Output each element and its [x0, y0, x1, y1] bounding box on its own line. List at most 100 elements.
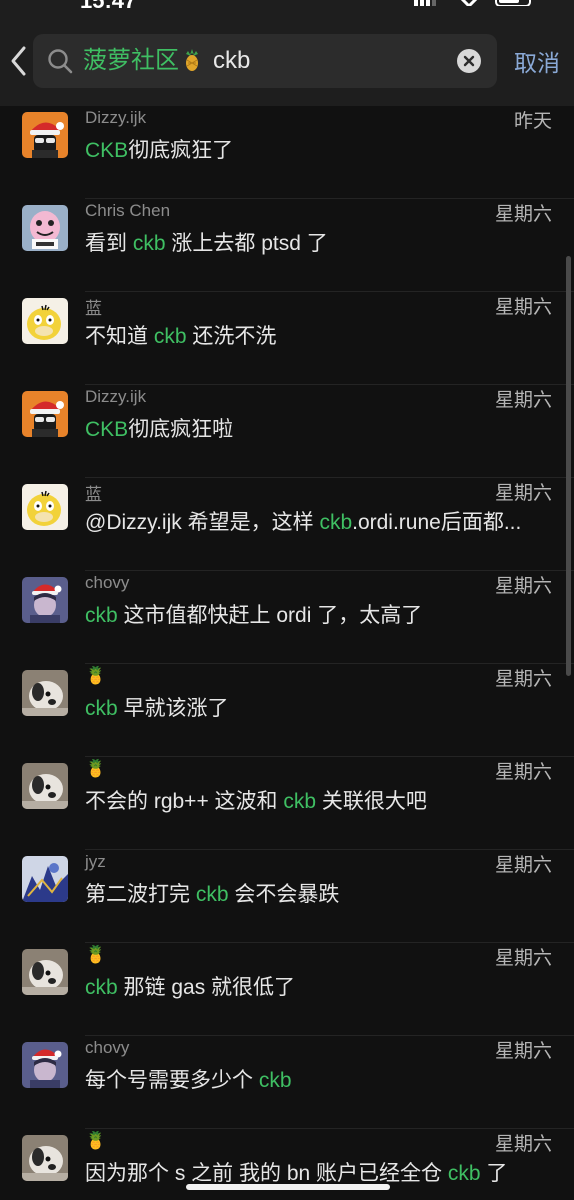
- dog-photo-avatar: [22, 1135, 68, 1181]
- clear-button[interactable]: [457, 49, 481, 73]
- message-preview: 第二波打完 ckb 会不会暴跌: [85, 878, 550, 908]
- search-tag-label: 菠萝社区: [83, 47, 179, 74]
- message-text: 会不会暴跌: [228, 883, 340, 906]
- search-results-list[interactable]: Dizzy.ijk 昨天 CKB彻底疯狂了 Chris Chen 星期六 看到 ckb 涨…: [0, 106, 574, 1200]
- result-item[interactable]: 🍍 星期六 ckb 早就该涨了: [0, 664, 574, 757]
- message-time: 星期六: [494, 669, 552, 690]
- search-query: ckb: [213, 47, 251, 74]
- result-item[interactable]: Dizzy.ijk 昨天 CKB彻底疯狂了: [0, 106, 574, 199]
- keyword-highlight: ckb: [447, 1162, 481, 1185]
- message-text: 还洗不洗: [186, 325, 277, 348]
- sender-name: 🍍: [85, 759, 107, 778]
- sender-name: Dizzy.ijk: [85, 387, 147, 406]
- message-text: 了: [480, 1162, 508, 1185]
- avatar[interactable]: [22, 1135, 68, 1181]
- sender-name: chovy: [85, 573, 130, 592]
- message-preview: 不知道 ckb 还洗不洗: [85, 320, 550, 350]
- pink-character-avatar: [22, 205, 68, 251]
- clear-icon: [463, 55, 475, 67]
- message-preview: CKB彻底疯狂啦: [85, 413, 550, 443]
- result-item[interactable]: 蓝 星期六 不知道 ckb 还洗不洗: [0, 292, 574, 385]
- dog-photo-avatar: [22, 670, 68, 716]
- message-time: 星期六: [494, 390, 552, 411]
- sender-name: 🍍: [85, 1131, 107, 1150]
- santa-hat-person-avatar: [22, 1042, 68, 1088]
- result-item[interactable]: Dizzy.ijk 星期六 CKB彻底疯狂啦: [0, 385, 574, 478]
- pineapple-icon: [186, 49, 198, 71]
- message-time: 星期六: [494, 576, 552, 597]
- home-indicator[interactable]: [186, 1184, 390, 1190]
- search-header: 15:47 菠萝社区 ckb 取消: [0, 0, 574, 106]
- message-text: 彻底疯狂了: [128, 139, 234, 162]
- result-item[interactable]: chovy 星期六 每个号需要多少个 ckb: [0, 1036, 574, 1129]
- keyword-highlight: ckb: [85, 697, 118, 720]
- santa-hat-avatar: [22, 391, 68, 437]
- avatar[interactable]: [22, 1042, 68, 1088]
- message-text: 涨上去都 ptsd 了: [165, 232, 328, 255]
- keyword-highlight: ckb: [258, 1069, 292, 1092]
- message-time: 昨天: [513, 111, 552, 132]
- avatar[interactable]: [22, 205, 68, 251]
- message-text: .ordi.rune后面都...: [352, 511, 522, 534]
- message-text: 不会的 rgb++ 这波和: [85, 790, 284, 813]
- avatar[interactable]: [22, 298, 68, 344]
- message-time: 星期六: [494, 948, 552, 969]
- sender-name: 蓝: [85, 485, 102, 504]
- result-item[interactable]: chovy 星期六 ckb 这市值都快赶上 ordi 了，太高了: [0, 571, 574, 664]
- chevron-left-icon: [11, 46, 26, 76]
- message-text: 那链 gas 就很低了: [117, 976, 296, 999]
- result-item[interactable]: 🍍 星期六 不会的 rgb++ 这波和 ckb 关联很大吧: [0, 757, 574, 850]
- avatar[interactable]: [22, 949, 68, 995]
- psyduck-avatar: [22, 484, 68, 530]
- message-text: @Dizzy.ijk 希望是，这样: [85, 511, 320, 534]
- avatar[interactable]: [22, 577, 68, 623]
- keyword-highlight: ckb: [319, 511, 353, 534]
- keyword-highlight: ckb: [195, 883, 229, 906]
- result-item[interactable]: jyz 星期六 第二波打完 ckb 会不会暴跌: [0, 850, 574, 943]
- result-item[interactable]: 🍍 星期六 ckb 那链 gas 就很低了: [0, 943, 574, 1036]
- message-text: 关联很大吧: [316, 790, 427, 813]
- message-preview: ckb 早就该涨了: [85, 692, 550, 722]
- message-text: 不知道: [85, 325, 154, 348]
- avatar[interactable]: [22, 856, 68, 902]
- avatar[interactable]: [22, 763, 68, 809]
- message-time: 星期六: [494, 762, 552, 783]
- santa-hat-person-avatar: [22, 577, 68, 623]
- search-box[interactable]: 菠萝社区 ckb: [33, 34, 497, 88]
- avatar[interactable]: [22, 112, 68, 158]
- avatar[interactable]: [22, 391, 68, 437]
- sender-name: Chris Chen: [85, 201, 171, 220]
- message-time: 星期六: [494, 483, 552, 504]
- sender-name: Dizzy.ijk: [85, 108, 147, 127]
- message-preview: @Dizzy.ijk 希望是，这样 ckb.ordi.rune后面都...: [85, 506, 550, 536]
- message-text: 看到: [85, 232, 133, 255]
- psyduck-avatar: [22, 298, 68, 344]
- message-text: 早就该涨了: [117, 697, 229, 720]
- sender-name: 🍍: [85, 666, 107, 685]
- search-icon: [48, 49, 73, 74]
- message-time: 星期六: [494, 855, 552, 876]
- back-button[interactable]: [8, 44, 30, 78]
- cancel-button[interactable]: 取消: [514, 44, 560, 78]
- scrollbar[interactable]: [566, 256, 571, 676]
- message-text: 因为那个 s 之前 我的 bn 账户已经全仓: [85, 1162, 448, 1185]
- message-time: 星期六: [494, 297, 552, 318]
- keyword-highlight: ckb: [153, 325, 187, 348]
- message-text: 这市值都快赶上 ordi 了，太高了: [117, 604, 423, 627]
- sender-name: chovy: [85, 1038, 130, 1057]
- blue-art-avatar: [22, 856, 68, 902]
- search-input[interactable]: 菠萝社区 ckb: [83, 34, 250, 88]
- message-preview: ckb 这市值都快赶上 ordi 了，太高了: [85, 599, 550, 629]
- dog-photo-avatar: [22, 763, 68, 809]
- message-text: 彻底疯狂啦: [128, 418, 234, 441]
- avatar[interactable]: [22, 484, 68, 530]
- result-item[interactable]: 蓝星期六 @Dizzy.ijk 希望是，这样 ckb.ordi.rune后面都..…: [0, 478, 574, 571]
- result-item[interactable]: Chris Chen 星期六 看到 ckb 涨上去都 ptsd 了: [0, 199, 574, 292]
- message-preview: 看到 ckb 涨上去都 ptsd 了: [85, 227, 550, 257]
- message-time: 星期六: [494, 1041, 552, 1062]
- message-preview: 每个号需要多少个 ckb: [85, 1064, 550, 1094]
- sender-name: jyz: [85, 852, 106, 871]
- status-time: 15:47: [80, 0, 137, 13]
- avatar[interactable]: [22, 670, 68, 716]
- message-preview: 不会的 rgb++ 这波和 ckb 关联很大吧: [85, 785, 550, 815]
